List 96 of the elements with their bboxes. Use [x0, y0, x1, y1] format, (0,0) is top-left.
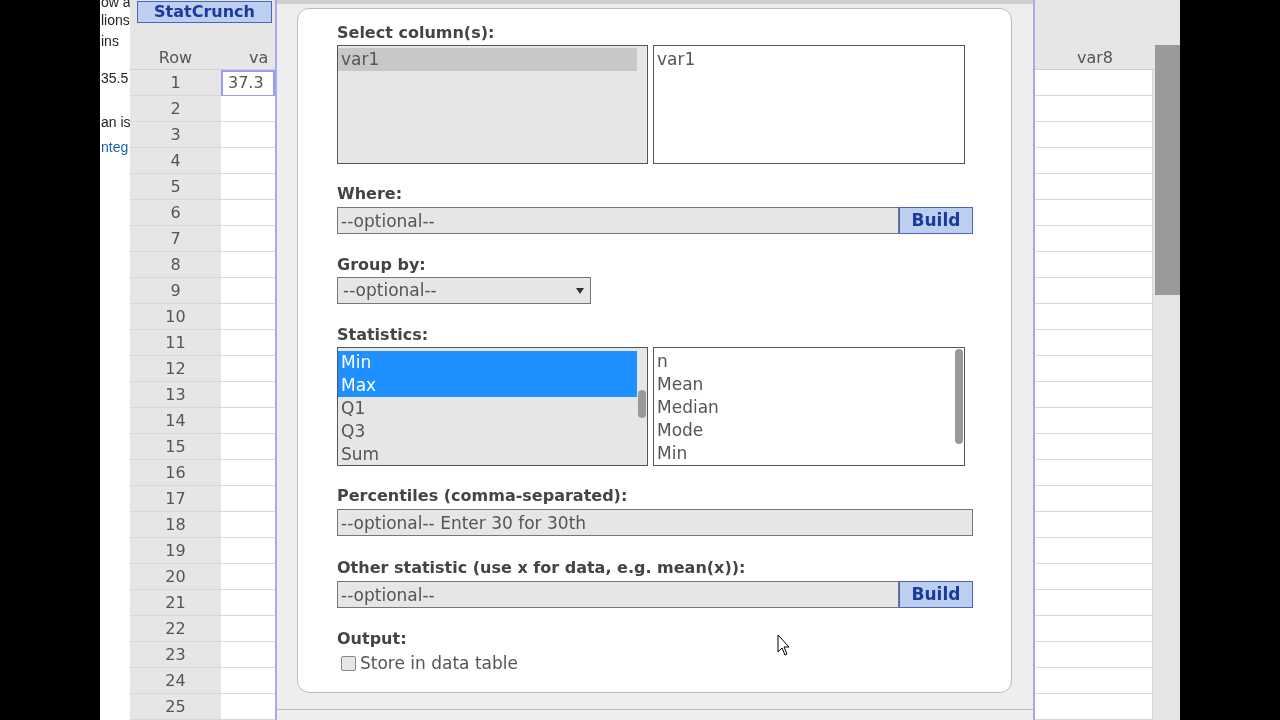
list-option[interactable]: Q3: [338, 420, 637, 443]
page-text: 35.5: [101, 70, 129, 86]
table-cell[interactable]: [221, 434, 275, 460]
list-option[interactable]: Max: [338, 374, 637, 397]
build-button[interactable]: Build: [899, 207, 973, 234]
field-label: Other statistic (use x for data, e.g. mean(x)):: [337, 558, 746, 578]
table-cell[interactable]: [1035, 226, 1153, 252]
caret-icon: [576, 287, 584, 294]
table-cell[interactable]: [1035, 642, 1153, 668]
field-label: Output:: [337, 629, 407, 649]
checkbox[interactable]: [341, 656, 356, 672]
list-option[interactable]: var1: [338, 48, 637, 71]
table-cell[interactable]: [1035, 96, 1153, 122]
table-cell[interactable]: [1035, 148, 1153, 174]
table-cell[interactable]: [1035, 460, 1153, 486]
table-cell[interactable]: [1035, 486, 1153, 512]
table-cell[interactable]: [1035, 408, 1153, 434]
table-cell[interactable]: [1035, 200, 1153, 226]
table-cell[interactable]: [1035, 668, 1153, 694]
table-cell[interactable]: [1035, 616, 1153, 642]
list-option[interactable]: Mode: [654, 419, 954, 442]
table-cell[interactable]: [1035, 694, 1153, 720]
table-cell[interactable]: [1035, 434, 1153, 460]
table-cell[interactable]: [221, 460, 275, 486]
column-header: Row: [157, 47, 194, 69]
table-cell[interactable]: [221, 252, 275, 278]
text-field[interactable]: --optional-- Enter 30 for 30th: [337, 509, 973, 536]
list-option[interactable]: var1: [654, 48, 954, 71]
table-cell[interactable]: [221, 148, 275, 174]
page-text: an is: [101, 114, 130, 130]
table-cell[interactable]: [1035, 590, 1153, 616]
list-option[interactable]: Min: [338, 351, 637, 374]
cursor-icon: [777, 634, 791, 656]
table-cell[interactable]: [1035, 564, 1153, 590]
table-cell[interactable]: [221, 304, 275, 330]
list-box[interactable]: var1: [337, 45, 648, 164]
table-cell[interactable]: [221, 226, 275, 252]
table-cell[interactable]: [221, 382, 275, 408]
field-label: Percentiles (comma-separated):: [337, 486, 628, 506]
table-cell[interactable]: [221, 538, 275, 564]
table-cell[interactable]: [221, 356, 275, 382]
table-cell[interactable]: [221, 642, 275, 668]
list-option[interactable]: Sum: [338, 443, 637, 465]
list-option[interactable]: Q1: [338, 397, 637, 420]
table-cell[interactable]: [221, 408, 275, 434]
table-cell[interactable]: [221, 278, 275, 304]
table-cell[interactable]: [1035, 70, 1153, 96]
list-option[interactable]: n: [654, 350, 954, 373]
table-cell[interactable]: [221, 616, 275, 642]
checkbox-label: Store in data table: [360, 652, 518, 675]
table-cell[interactable]: [1035, 512, 1153, 538]
table-cell[interactable]: 37.3: [221, 70, 275, 96]
table-cell[interactable]: [1035, 122, 1153, 148]
list-box[interactable]: n Mean Median Mode Min: [653, 347, 965, 466]
table-cell[interactable]: [1035, 174, 1153, 200]
page-link[interactable]: nteg: [101, 139, 129, 155]
table-cell[interactable]: [221, 668, 275, 694]
page-text: ow a: [101, 0, 130, 10]
table-cell[interactable]: [1035, 304, 1153, 330]
dropdown-value: --optional--: [343, 278, 437, 302]
list-option[interactable]: Mean: [654, 373, 954, 396]
table-cell[interactable]: [221, 200, 275, 226]
field-label: Statistics:: [337, 325, 429, 345]
table-cell[interactable]: [221, 564, 275, 590]
build-button[interactable]: Build: [899, 581, 973, 608]
list-option[interactable]: Min: [654, 442, 954, 465]
column-header: va: [248, 47, 270, 69]
table-cell[interactable]: [1035, 382, 1153, 408]
list-box[interactable]: var1: [653, 45, 965, 164]
scrollbar-thumb[interactable]: [1155, 45, 1180, 295]
field-label: Select column(s):: [337, 23, 495, 43]
table-cell[interactable]: [1035, 356, 1153, 382]
page-text: ins: [101, 33, 119, 49]
table-cell[interactable]: [221, 96, 275, 122]
table-cell[interactable]: [221, 512, 275, 538]
field-label: Where:: [337, 184, 403, 204]
table-cell[interactable]: [221, 694, 275, 720]
table-cell[interactable]: [1035, 538, 1153, 564]
table-cell[interactable]: [221, 174, 275, 200]
statcrunch-button[interactable]: StatCrunch: [137, 1, 272, 23]
table-cell[interactable]: [221, 486, 275, 512]
dropdown[interactable]: --optional--: [337, 277, 591, 304]
scrollbar-thumb[interactable]: [638, 390, 646, 418]
table-cell[interactable]: [221, 590, 275, 616]
field-label: Group by:: [337, 255, 426, 275]
table-cell[interactable]: [221, 122, 275, 148]
text-field[interactable]: --optional--: [337, 581, 899, 608]
list-box[interactable]: Min Max Q1 Q3 Sum: [337, 347, 648, 466]
list-option[interactable]: Median: [654, 396, 954, 419]
table-cell[interactable]: [1035, 330, 1153, 356]
page-text: lions: [101, 12, 130, 28]
table-cell[interactable]: [221, 330, 275, 356]
table-cell[interactable]: [1035, 252, 1153, 278]
table-cell[interactable]: [1035, 278, 1153, 304]
scrollbar-thumb[interactable]: [955, 349, 963, 444]
text-field[interactable]: --optional--: [337, 207, 899, 234]
